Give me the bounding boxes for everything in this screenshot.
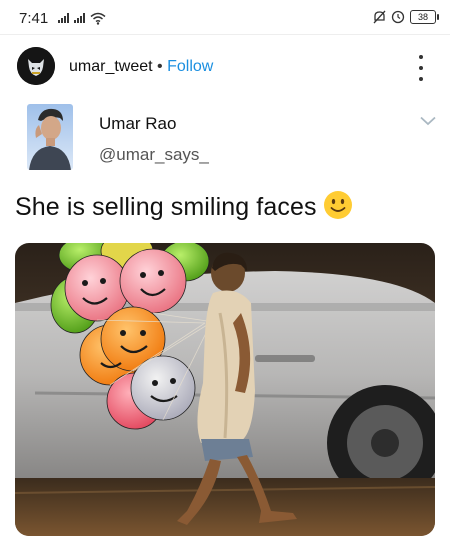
- wifi-icon: [90, 12, 106, 25]
- status-time: 7:41: [19, 10, 49, 27]
- status-icons: 38: [373, 10, 439, 24]
- mute-icon: [373, 10, 386, 24]
- tweet-display-name[interactable]: Umar Rao: [99, 114, 176, 134]
- profile-photo: [27, 104, 73, 170]
- tweet-avatar[interactable]: [27, 104, 73, 170]
- photo-image: [15, 243, 435, 536]
- account-avatar[interactable]: [17, 47, 55, 85]
- status-bar: 7:41 38: [0, 0, 450, 34]
- battery-icon: 38: [410, 10, 439, 24]
- chevron-down-icon[interactable]: [420, 116, 436, 126]
- more-vertical-icon[interactable]: [418, 55, 424, 81]
- separator-dot: •: [157, 58, 163, 75]
- follow-button[interactable]: Follow: [167, 58, 213, 75]
- post-header: umar_tweet • Follow: [0, 34, 450, 99]
- alarm-icon: [391, 10, 405, 24]
- tweet-handle[interactable]: @umar_says_: [99, 145, 209, 165]
- account-logo-icon: [17, 47, 55, 85]
- tweet-text-content: She is selling smiling faces: [15, 193, 317, 221]
- account-username[interactable]: umar_tweet: [69, 58, 153, 75]
- signal-icon: [74, 13, 86, 23]
- tweet-photo[interactable]: [15, 243, 435, 536]
- tweet-text: She is selling smiling faces: [15, 190, 353, 222]
- signal-icon: [58, 13, 70, 23]
- account-line: umar_tweet • Follow: [69, 58, 213, 76]
- smiling-face-icon: [323, 191, 352, 219]
